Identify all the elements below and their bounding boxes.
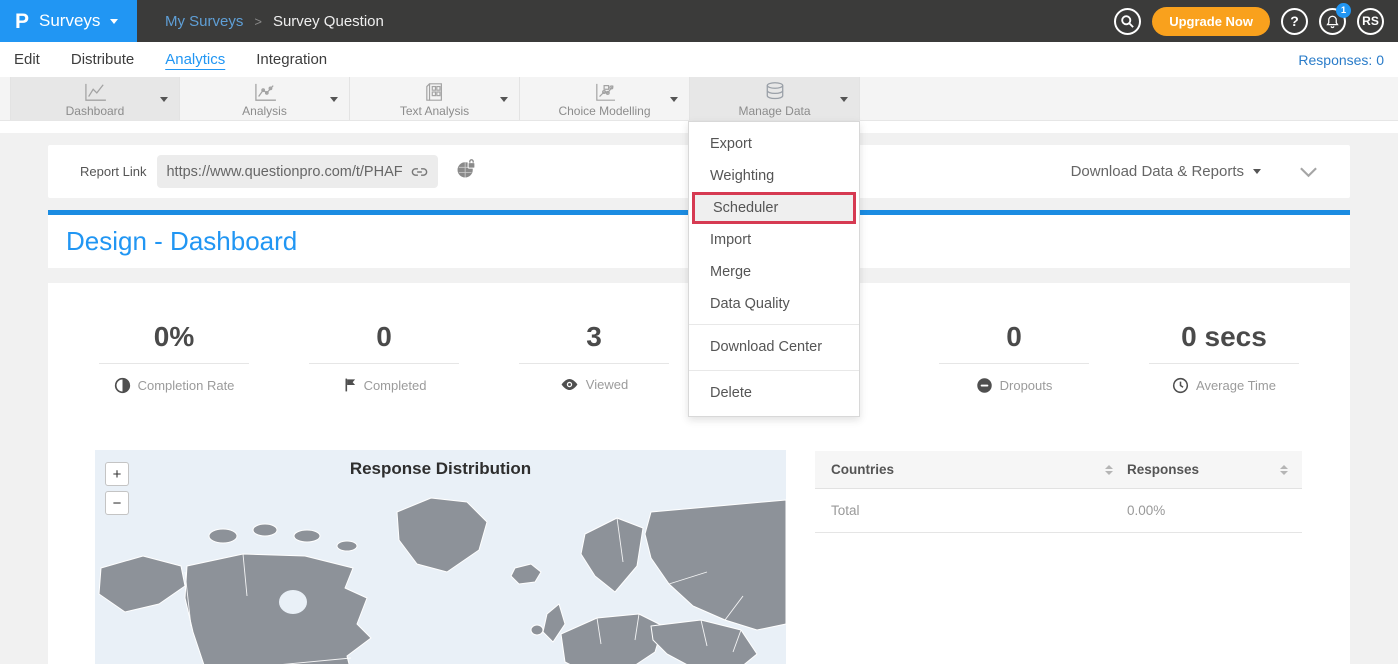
map-zoom-controls: + −: [105, 462, 129, 520]
brand-label: Surveys: [39, 11, 100, 31]
stat-viewed: 3 Viewed: [489, 321, 699, 394]
topbar-actions: Upgrade Now ? 1 RS: [1114, 7, 1398, 36]
report-link-label: Report Link: [80, 164, 146, 179]
flag-icon: [342, 377, 357, 393]
page-title: Design - Dashboard: [66, 226, 297, 257]
user-avatar[interactable]: RS: [1357, 8, 1384, 35]
document-grid-icon: [424, 82, 446, 102]
total-value: 0.00%: [1127, 503, 1302, 518]
menu-divider: [689, 370, 859, 371]
nav-item-distribute[interactable]: Distribute: [71, 51, 134, 68]
help-button[interactable]: ?: [1281, 8, 1308, 35]
chevron-down-icon[interactable]: [500, 97, 508, 102]
stat-completed: 0 Completed: [279, 321, 489, 394]
breadcrumb: My Surveys > Survey Question: [165, 13, 384, 30]
tab-analysis[interactable]: Analysis: [180, 77, 350, 120]
stat-completion-rate: 0% Completion Rate: [69, 321, 279, 394]
chevron-down-icon[interactable]: [330, 97, 338, 102]
total-label: Total: [815, 503, 1127, 518]
chevron-down-icon[interactable]: [670, 97, 678, 102]
database-icon: [763, 82, 787, 102]
notifications-button[interactable]: 1: [1319, 8, 1346, 35]
analytics-toolbar: Dashboard Analysis Text Analysis: [0, 77, 1398, 121]
questionpro-logo-icon: P: [15, 11, 29, 32]
nav-item-analytics[interactable]: Analytics: [165, 51, 225, 68]
collapse-chevron-icon[interactable]: [1299, 166, 1318, 178]
primary-nav: Edit Distribute Analytics Integration Re…: [0, 42, 1398, 77]
chevron-down-icon[interactable]: [840, 97, 848, 102]
nav-item-edit[interactable]: Edit: [14, 51, 40, 68]
download-data-reports-dropdown[interactable]: Download Data & Reports: [1071, 163, 1261, 180]
zoom-in-button[interactable]: +: [105, 462, 129, 486]
stat-average-time: 0 secs Average Time: [1119, 321, 1329, 394]
menu-item-download-center[interactable]: Download Center: [689, 328, 859, 366]
menu-item-export[interactable]: Export: [689, 128, 859, 160]
countries-table: Countries Responses Total 0.00%: [815, 451, 1302, 533]
notification-count-badge: 1: [1336, 3, 1351, 18]
eye-icon: [560, 378, 579, 391]
breadcrumb-current-survey: Survey Question: [273, 13, 384, 30]
map-title: Response Distribution: [95, 459, 786, 479]
response-distribution-map[interactable]: Response Distribution + −: [95, 450, 786, 664]
upgrade-now-button[interactable]: Upgrade Now: [1152, 7, 1270, 36]
manage-data-dropdown: Export Weighting Scheduler Import Merge …: [688, 121, 860, 417]
breadcrumb-separator: >: [254, 14, 262, 29]
menu-item-weighting[interactable]: Weighting: [689, 160, 859, 192]
responses-count: Responses: 0: [1298, 52, 1384, 68]
question-mark-icon: ?: [1290, 13, 1299, 29]
column-header-responses[interactable]: Responses: [1127, 462, 1302, 477]
menu-item-data-quality[interactable]: Data Quality: [689, 288, 859, 320]
half-circle-icon: [114, 377, 131, 394]
caret-down-icon: [1253, 169, 1261, 174]
search-icon: [1120, 14, 1135, 29]
report-link-input[interactable]: https://www.questionpro.com/t/PHAF: [157, 155, 438, 188]
topbar: P Surveys My Surveys > Survey Question U…: [0, 0, 1398, 42]
menu-divider: [689, 324, 859, 325]
menu-item-scheduler[interactable]: Scheduler: [692, 192, 856, 224]
breadcrumb-my-surveys[interactable]: My Surveys: [165, 13, 243, 30]
sort-icon[interactable]: [1105, 465, 1113, 475]
chevron-down-icon: [110, 19, 118, 24]
minus-circle-icon: [976, 377, 993, 394]
tab-dashboard[interactable]: Dashboard: [10, 77, 180, 120]
chevron-down-icon[interactable]: [160, 97, 168, 102]
menu-item-delete[interactable]: Delete: [689, 374, 859, 412]
column-header-countries[interactable]: Countries: [815, 462, 1127, 477]
stat-dropouts: 0 Dropouts: [909, 321, 1119, 394]
tab-manage-data[interactable]: Manage Data: [690, 77, 860, 120]
zoom-out-button[interactable]: −: [105, 491, 129, 515]
clock-icon: [1172, 377, 1189, 394]
surveys-menu-button[interactable]: P Surveys: [0, 0, 137, 42]
report-url-text: https://www.questionpro.com/t/PHAF: [166, 164, 406, 180]
scatter-chart-icon: [252, 82, 278, 102]
world-map: [95, 476, 786, 664]
nav-item-integration[interactable]: Integration: [256, 51, 327, 68]
sort-icon[interactable]: [1280, 465, 1288, 475]
link-icon[interactable]: [410, 164, 429, 180]
avatar-initials: RS: [1362, 14, 1379, 28]
globe-lock-icon[interactable]: [455, 158, 477, 185]
menu-item-import[interactable]: Import: [689, 224, 859, 256]
search-button[interactable]: [1114, 8, 1141, 35]
tab-text-analysis[interactable]: Text Analysis: [350, 77, 520, 120]
tab-choice-modelling[interactable]: Choice Modelling: [520, 77, 690, 120]
line-chart-icon: [82, 82, 108, 102]
countries-table-header: Countries Responses: [815, 451, 1302, 489]
model-chart-icon: [592, 82, 618, 102]
table-row-total: Total 0.00%: [815, 489, 1302, 533]
menu-item-merge[interactable]: Merge: [689, 256, 859, 288]
